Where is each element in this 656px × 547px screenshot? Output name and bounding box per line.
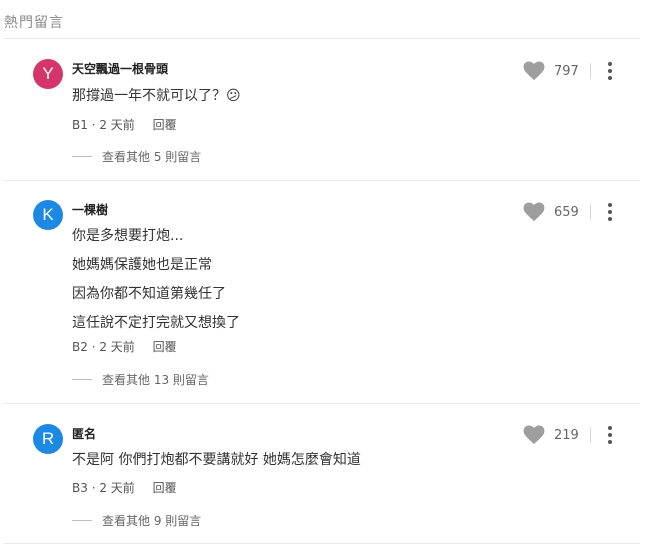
comment-line: 她媽媽保護她也是正常 xyxy=(72,257,212,273)
more-vertical-icon[interactable] xyxy=(605,62,615,80)
reply-button[interactable]: 回覆 xyxy=(153,481,177,495)
divider xyxy=(4,38,640,39)
comment-author[interactable]: 匿名 xyxy=(72,425,96,442)
reply-button[interactable]: 回覆 xyxy=(153,118,177,132)
comment-body: 那撐過一年不就可以了？😕 xyxy=(72,86,241,115)
like-count: 797 xyxy=(554,63,579,79)
comment-time: 2 天前 xyxy=(99,340,135,354)
comment-author[interactable]: 天空飄過一根骨頭 xyxy=(72,60,168,77)
divider xyxy=(4,403,640,404)
dash-decoration xyxy=(72,520,92,521)
comment-line: 不是阿 你們打炮都不要講就好 她媽怎麼會知道 xyxy=(72,452,361,468)
more-vertical-icon[interactable] xyxy=(605,426,615,444)
comment-time: 2 天前 xyxy=(99,118,135,132)
view-more-replies-link[interactable]: 查看其他 13 則留言 xyxy=(72,371,209,388)
like-button[interactable]: 219 xyxy=(523,425,579,445)
like-count: 219 xyxy=(554,427,579,443)
avatar[interactable]: R xyxy=(33,424,63,454)
divider xyxy=(4,180,640,181)
comment-author[interactable]: 一棵樹 xyxy=(72,201,108,218)
divider xyxy=(590,204,591,220)
view-more-replies-link[interactable]: 查看其他 9 則留言 xyxy=(72,512,201,529)
floor-number: B3 xyxy=(72,481,88,495)
heart-icon xyxy=(523,202,545,222)
dash-decoration xyxy=(72,379,92,380)
section-title: 熱門留言 xyxy=(4,15,64,31)
comment-time: 2 天前 xyxy=(99,481,135,495)
like-button[interactable]: 659 xyxy=(523,202,579,222)
floor-number: B2 xyxy=(72,340,88,354)
floor-number: B1 xyxy=(72,118,88,132)
view-more-replies-label: 查看其他 9 則留言 xyxy=(102,514,202,528)
dash-decoration xyxy=(72,156,92,157)
divider xyxy=(590,427,591,443)
view-more-replies-label: 查看其他 13 則留言 xyxy=(102,373,209,387)
divider xyxy=(590,63,591,79)
view-more-replies-link[interactable]: 查看其他 5 則留言 xyxy=(72,148,201,165)
view-more-replies-label: 查看其他 5 則留言 xyxy=(102,150,202,164)
comment-meta: B2 · 2 天前 回覆 xyxy=(72,338,177,355)
comment-line: 因為你都不知道第幾任了 xyxy=(72,286,226,302)
like-count: 659 xyxy=(554,204,579,220)
like-button[interactable]: 797 xyxy=(523,61,579,81)
comment-line: 你是多想要打炮... xyxy=(72,228,184,244)
comment-line: 那撐過一年不就可以了？😕 xyxy=(72,88,241,104)
avatar[interactable]: Y xyxy=(33,59,63,89)
reply-button[interactable]: 回覆 xyxy=(153,340,177,354)
comment-body: 你是多想要打炮... 她媽媽保護她也是正常 因為你都不知道第幾任了 這任說不定打… xyxy=(72,226,240,342)
heart-icon xyxy=(523,425,545,445)
comment-meta: B3 · 2 天前 回覆 xyxy=(72,479,177,496)
comment-body: 不是阿 你們打炮都不要講就好 她媽怎麼會知道 xyxy=(72,450,361,479)
comment-meta: B1 · 2 天前 回覆 xyxy=(72,116,177,133)
more-vertical-icon[interactable] xyxy=(605,203,615,221)
divider xyxy=(4,543,640,544)
heart-icon xyxy=(523,61,545,81)
avatar[interactable]: K xyxy=(33,200,63,230)
